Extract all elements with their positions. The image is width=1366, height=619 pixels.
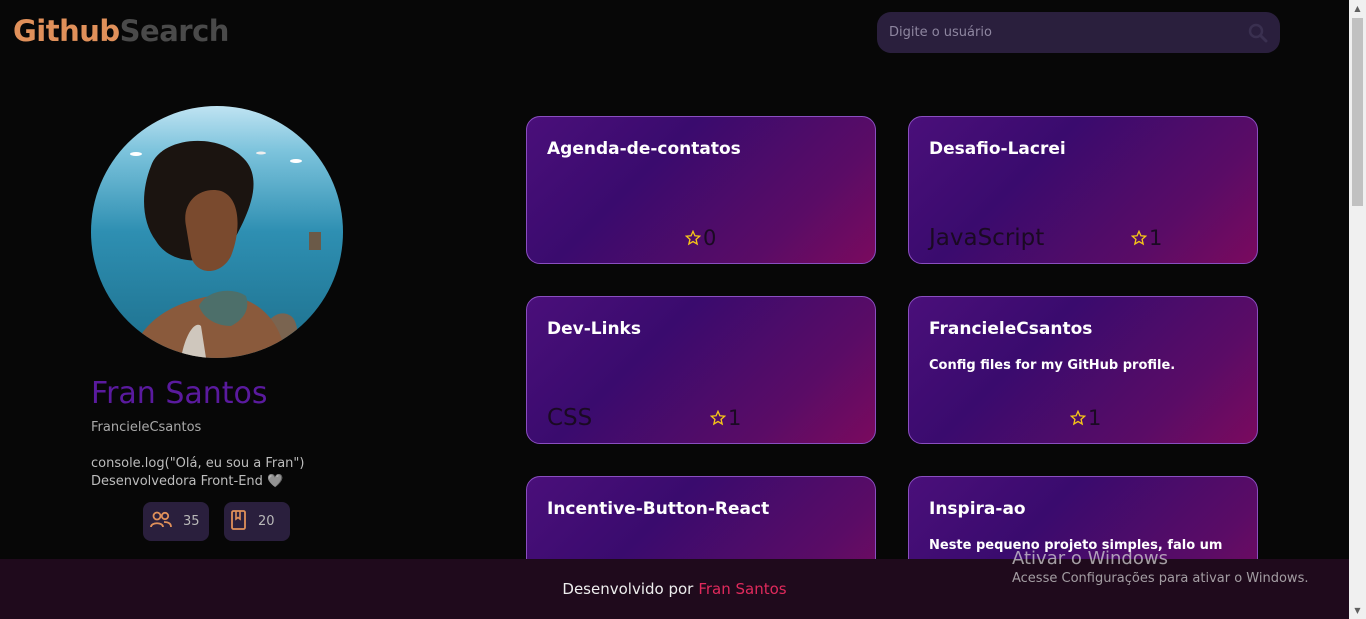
- repo-card[interactable]: FrancieleCsantos Config files for my Git…: [908, 296, 1258, 444]
- star-icon: [710, 410, 726, 426]
- repo-name: Inspira-ao: [929, 499, 1026, 519]
- repo-stars: 1: [1131, 226, 1162, 250]
- repo-stars: 0: [685, 226, 716, 250]
- repo-name: Agenda-de-contatos: [547, 139, 741, 159]
- repo-name: Desafio-Lacrei: [929, 139, 1066, 159]
- repo-star-count: 1: [728, 406, 742, 430]
- windows-activation-watermark: Ativar o Windows Acesse Configurações pa…: [1012, 548, 1308, 586]
- repo-stars: 1: [1070, 406, 1101, 430]
- users-icon: [149, 510, 173, 534]
- repo-card[interactable]: Dev-Links CSS 1: [526, 296, 876, 444]
- repo-name: Incentive-Button-React: [547, 499, 770, 519]
- star-icon: [1131, 230, 1147, 246]
- followers-count: 35: [183, 514, 200, 529]
- logo-search: Search: [119, 14, 230, 48]
- footer-author-link[interactable]: Fran Santos: [698, 580, 786, 598]
- book-icon: [230, 509, 248, 534]
- scroll-up-icon[interactable]: ▲: [1349, 0, 1366, 17]
- star-icon: [685, 230, 701, 246]
- repo-stars: 1: [710, 406, 741, 430]
- scrollbar[interactable]: ▲ ▼: [1349, 0, 1366, 619]
- followers-stat[interactable]: 35: [143, 502, 209, 541]
- search-icon[interactable]: [1248, 23, 1268, 43]
- scroll-down-icon[interactable]: ▼: [1349, 602, 1366, 619]
- profile-bio: console.log("Olá, eu sou a Fran") Desenv…: [91, 456, 305, 489]
- repos-stat[interactable]: 20: [224, 502, 290, 541]
- repo-language: CSS: [547, 405, 593, 431]
- search-input[interactable]: [889, 25, 1248, 40]
- repo-name: FrancieleCsantos: [929, 319, 1093, 339]
- logo[interactable]: GithubSearch: [13, 14, 229, 48]
- avatar: [91, 106, 343, 358]
- profile-login: FrancieleCsantos: [91, 420, 202, 435]
- repo-language: JavaScript: [929, 225, 1045, 251]
- repo-star-count: 0: [703, 226, 717, 250]
- scrollbar-thumb[interactable]: [1352, 18, 1363, 206]
- search-bar: [877, 12, 1280, 53]
- repo-card[interactable]: Agenda-de-contatos 0: [526, 116, 876, 264]
- repos-count: 20: [258, 514, 275, 529]
- watermark-subtitle: Acesse Configurações para ativar o Windo…: [1012, 571, 1309, 586]
- repo-name: Dev-Links: [547, 319, 641, 339]
- repo-description: Config files for my GitHub profile.: [929, 358, 1176, 373]
- logo-github: Github: [13, 14, 120, 48]
- repo-star-count: 1: [1149, 226, 1163, 250]
- repo-star-count: 1: [1088, 406, 1102, 430]
- footer-text: Desenvolvido por: [562, 580, 694, 598]
- star-icon: [1070, 410, 1086, 426]
- profile-name: Fran Santos: [91, 376, 268, 411]
- watermark-title: Ativar o Windows: [1012, 548, 1168, 569]
- repo-card[interactable]: Desafio-Lacrei JavaScript 1: [908, 116, 1258, 264]
